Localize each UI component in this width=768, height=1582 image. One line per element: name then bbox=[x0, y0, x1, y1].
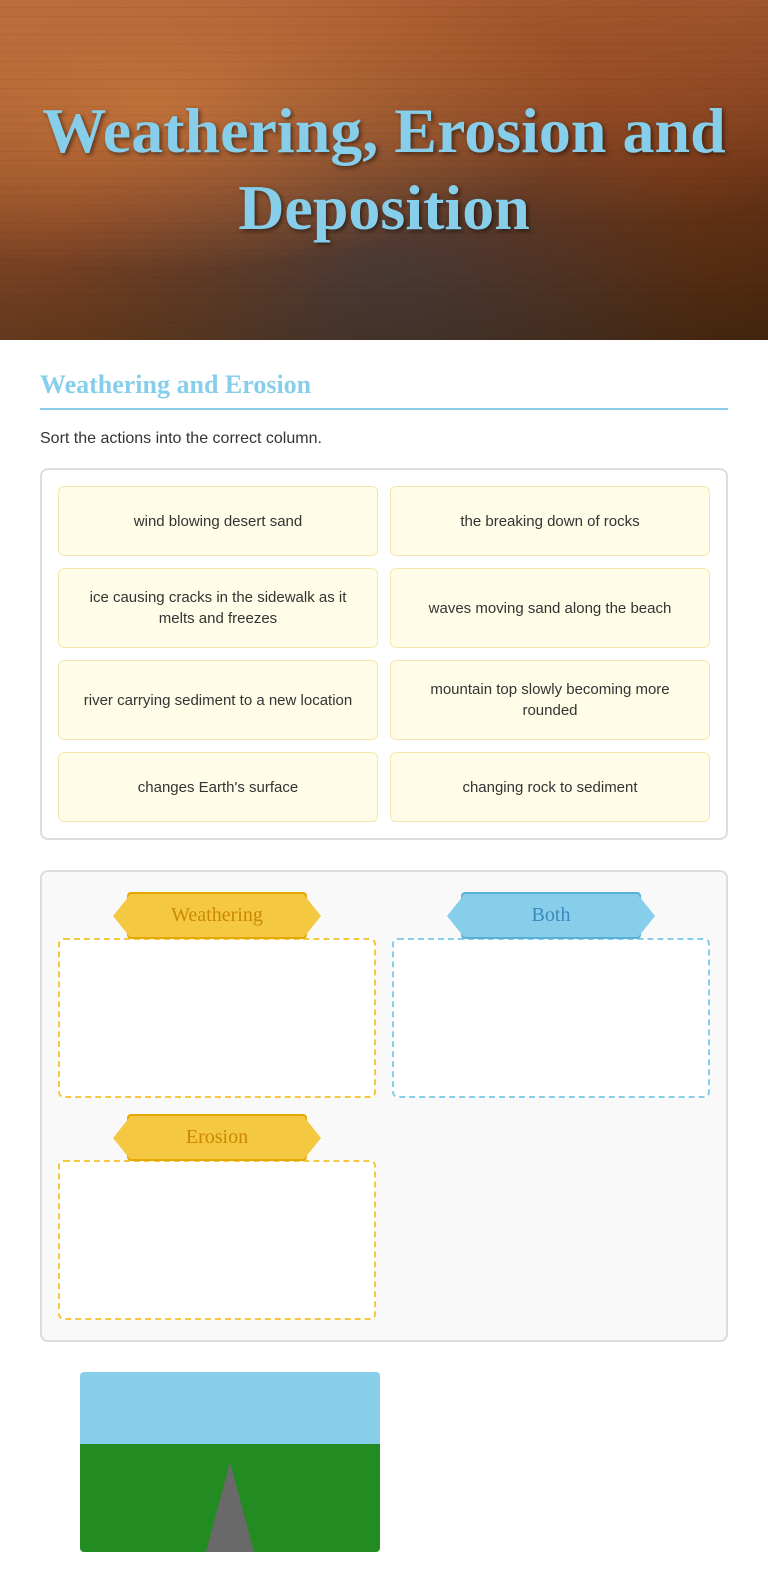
both-banner-wrapper: Both bbox=[392, 892, 710, 939]
hero-title: Weathering, Erosion and Deposition bbox=[0, 93, 768, 247]
weathering-col: Weathering bbox=[58, 892, 376, 1098]
weathering-banner-wrapper: Weathering bbox=[58, 892, 376, 939]
sort-card-3[interactable]: ice causing cracks in the sidewalk as it… bbox=[58, 568, 378, 648]
sort-card-8[interactable]: changing rock to sediment bbox=[390, 752, 710, 822]
erosion-dropzone[interactable] bbox=[58, 1160, 376, 1320]
erosion-banner-wrapper: Erosion bbox=[58, 1114, 376, 1161]
both-col: Both bbox=[392, 892, 710, 1098]
hero-section: Weathering, Erosion and Deposition bbox=[0, 0, 768, 340]
weathering-banner: Weathering bbox=[127, 892, 307, 939]
empty-col bbox=[392, 1114, 710, 1320]
weathering-dropzone[interactable] bbox=[58, 938, 376, 1098]
both-banner: Both bbox=[461, 892, 641, 939]
section-title: Weathering and Erosion bbox=[40, 370, 728, 410]
sort-card-7[interactable]: changes Earth's surface bbox=[58, 752, 378, 822]
section-subtitle: Sort the actions into the correct column… bbox=[40, 430, 728, 448]
erosion-col: Erosion bbox=[58, 1114, 376, 1320]
sort-grid-inner: wind blowing desert sand the breaking do… bbox=[58, 486, 710, 822]
sort-card-6[interactable]: mountain top slowly becoming more rounde… bbox=[390, 660, 710, 740]
sort-card-1[interactable]: wind blowing desert sand bbox=[58, 486, 378, 556]
dropzone-section: Weathering Both Erosion bbox=[40, 870, 728, 1342]
bottom-image bbox=[80, 1372, 380, 1552]
erosion-banner: Erosion bbox=[127, 1114, 307, 1161]
sort-card-4[interactable]: waves moving sand along the beach bbox=[390, 568, 710, 648]
sort-grid: wind blowing desert sand the breaking do… bbox=[40, 468, 728, 840]
sort-card-2[interactable]: the breaking down of rocks bbox=[390, 486, 710, 556]
both-dropzone[interactable] bbox=[392, 938, 710, 1098]
main-content: Weathering and Erosion Sort the actions … bbox=[0, 340, 768, 1582]
dropzone-row-bottom: Erosion bbox=[58, 1114, 710, 1320]
sort-card-5[interactable]: river carrying sediment to a new locatio… bbox=[58, 660, 378, 740]
dropzone-row-top: Weathering Both bbox=[58, 892, 710, 1098]
